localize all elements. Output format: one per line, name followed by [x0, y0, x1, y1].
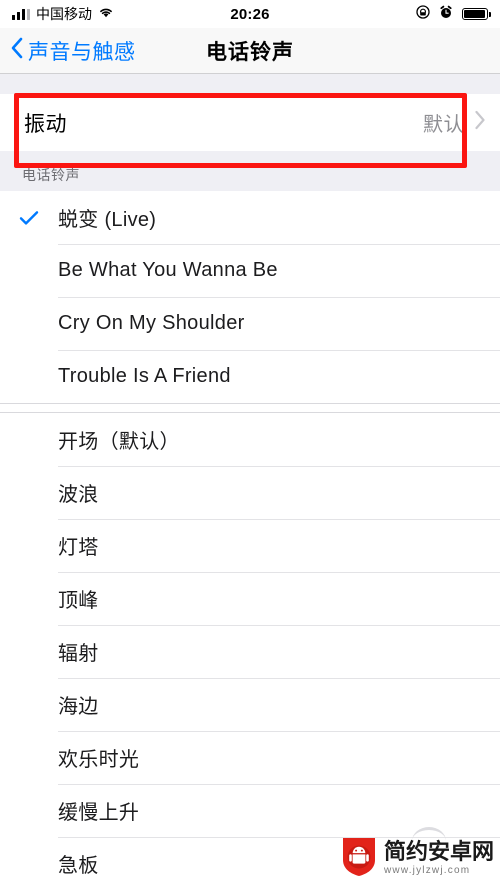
carrier-label: 中国移动 [36, 6, 92, 22]
back-button-label: 声音与触感 [28, 40, 136, 64]
alarm-clock-icon [439, 5, 453, 24]
list-item-label: 波浪 [58, 484, 99, 506]
list-item-label: 蜕变 (Live) [58, 209, 157, 231]
rotation-lock-icon [416, 4, 430, 24]
list-item[interactable]: 欢乐时光 [0, 731, 500, 784]
signal-bars-icon [12, 8, 30, 20]
list-item-label: 辐射 [58, 643, 99, 665]
list-item-label: Trouble Is A Friend [58, 365, 231, 387]
ringtone-section-header: 电话铃声 [0, 151, 500, 191]
list-item-label: 欢乐时光 [58, 749, 140, 771]
list-item-label: 开场（默认） [58, 431, 180, 453]
top-spacer [0, 74, 500, 94]
list-item[interactable]: Trouble Is A Friend [0, 350, 500, 403]
ringtone-section-header-label: 电话铃声 [22, 167, 80, 183]
navigation-bar: 声音与触感 电话铃声 [0, 28, 500, 74]
list-item[interactable]: 顶峰 [0, 572, 500, 625]
chevron-left-icon [10, 36, 24, 65]
vibration-label: 振动 [24, 112, 67, 136]
list-item-label: Be What You Wanna Be [58, 259, 278, 281]
list-item-label: 灯塔 [58, 537, 99, 559]
battery-icon [462, 8, 491, 20]
list-item-label: 海边 [58, 696, 99, 718]
list-item-label: 缓慢上升 [58, 802, 140, 824]
status-bar-right [416, 4, 491, 24]
list-item[interactable]: 海边 [0, 678, 500, 731]
ios-settings-screen: 中国移动 20:26 声音与触感 电话铃声 振动 默认 电话铃声 蜕变 (Liv… [0, 0, 500, 889]
vibration-row[interactable]: 振动 默认 [0, 94, 500, 151]
list-item[interactable]: 蜕变 (Live) [0, 191, 500, 244]
list-item[interactable]: Be What You Wanna Be [0, 244, 500, 297]
list-item[interactable]: 辐射 [0, 625, 500, 678]
list-item[interactable]: 开场（默认） [0, 413, 500, 466]
status-bar-left: 中国移动 [12, 4, 114, 24]
custom-ringtone-list: 蜕变 (Live) Be What You Wanna Be Cry On My… [0, 191, 500, 403]
system-ringtone-list: 开场（默认） 波浪 灯塔 顶峰 辐射 海边 欢乐时光 缓慢上升 急板 [0, 413, 500, 889]
list-item[interactable]: 急板 [0, 837, 500, 889]
checkmark-icon [0, 210, 58, 226]
list-item-label: 顶峰 [58, 590, 99, 612]
status-bar: 中国移动 20:26 [0, 0, 500, 28]
list-item[interactable]: 灯塔 [0, 519, 500, 572]
list-item[interactable]: Cry On My Shoulder [0, 297, 500, 350]
chevron-right-icon [474, 110, 486, 135]
list-item-label: Cry On My Shoulder [58, 312, 245, 334]
list-group-divider [0, 403, 500, 413]
back-button[interactable]: 声音与触感 [0, 36, 136, 66]
vibration-value: 默认 [423, 114, 464, 136]
list-item[interactable]: 波浪 [0, 466, 500, 519]
wifi-icon [98, 5, 114, 23]
settings-content: 振动 默认 电话铃声 蜕变 (Live) Be What You Wanna B… [0, 74, 500, 889]
list-item-label: 急板 [58, 855, 99, 877]
